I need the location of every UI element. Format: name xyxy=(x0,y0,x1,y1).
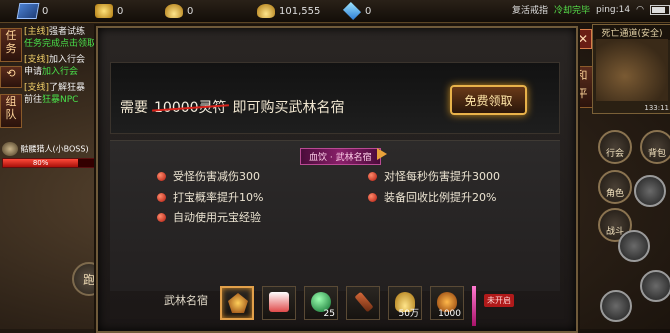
target-hp-value: 80% xyxy=(3,159,79,167)
map-coordinates: 133:11 xyxy=(644,104,669,112)
cooldown-status: 冷却完毕 xyxy=(554,6,591,16)
status-area: 复活戒指 冷却完毕 ping:14 ◠ xyxy=(512,3,670,16)
sword-skill-icon[interactable] xyxy=(618,230,650,262)
toggle-arrow-icon[interactable]: ⟲ xyxy=(0,66,22,88)
free-claim-button[interactable]: 免费领取 xyxy=(450,85,527,115)
perk-item: 对怪每秒伤害提升3000 xyxy=(368,168,500,184)
price-line: 需要 10000灵符 即可购买武林名宿 xyxy=(120,97,345,117)
resource-ingot-stack: 101,555 xyxy=(257,3,320,19)
perk-item: 自动使用元宝经验 xyxy=(157,209,261,225)
task-tab-button[interactable]: 任务 xyxy=(0,28,22,62)
resource-value: 101,555 xyxy=(279,5,321,17)
section-title: 血饮 · 武林名宿 xyxy=(300,148,381,165)
guild-button[interactable]: 行会 xyxy=(598,130,632,164)
buy-text: 即可购买武林名宿 xyxy=(232,100,345,116)
minimap[interactable]: 死亡通道(安全) 133:11 xyxy=(592,24,670,114)
resource-value: 0 xyxy=(117,5,124,17)
bullet-icon xyxy=(157,192,166,202)
bullet-icon xyxy=(157,212,166,222)
reward-slot[interactable] xyxy=(346,286,380,320)
resource-gold-ingot: 0 xyxy=(165,3,193,19)
gift-box-icon xyxy=(269,292,289,312)
quest-desc[interactable]: 前往狂暴NPC xyxy=(24,94,100,106)
not-open-badge: 未开启 xyxy=(484,294,514,307)
reward-slot[interactable]: 25 xyxy=(304,286,338,320)
map-title: 死亡通道(安全) xyxy=(593,25,670,40)
team-tab-button[interactable]: 组队 xyxy=(0,94,22,128)
reward-slot[interactable]: 1000 xyxy=(430,286,464,320)
resource-gold-coin: 0 xyxy=(95,3,123,19)
dpad-icon[interactable] xyxy=(634,175,666,207)
skill-book-icon xyxy=(16,3,40,19)
need-label: 需要 xyxy=(120,100,148,116)
bag-button[interactable]: 背包 xyxy=(640,130,670,164)
resource-skill-book: 0 xyxy=(16,3,49,19)
target-portrait-icon xyxy=(2,142,18,156)
bullet-icon xyxy=(368,192,377,202)
target-name: 骷髅猎人(小BOSS) xyxy=(20,144,89,154)
perk-item: 打宝概率提升10% xyxy=(157,189,263,205)
reward-slot[interactable] xyxy=(262,286,296,320)
target-frame[interactable]: 骷髅猎人(小BOSS) 80% xyxy=(2,142,98,168)
quest-item[interactable]: [支线]了解狂暴 xyxy=(24,82,100,94)
title-name-label: 武林名宿 xyxy=(164,294,208,307)
scroll-icon xyxy=(354,291,374,313)
resource-value: 0 xyxy=(187,5,194,17)
reward-slot[interactable]: 50万 xyxy=(388,286,422,320)
quest-list: [主线]强者试练 任务完成点击领取 [支线]加入行会 申请加入行会 [支线]了解… xyxy=(24,26,100,106)
old-price: 10000灵符 xyxy=(154,97,227,117)
spear-skill-icon[interactable] xyxy=(640,270,670,302)
role-button[interactable]: 角色 xyxy=(598,170,632,204)
ingot-stack-icon xyxy=(257,4,275,18)
resource-bar: 0 0 0 101,555 0 复活戒指 冷却完毕 ping:14 ◠ xyxy=(0,0,670,23)
next-tier-marker xyxy=(472,286,476,326)
quest-item[interactable]: [支线]加入行会 xyxy=(24,54,100,66)
wifi-icon: ◠ xyxy=(636,4,644,15)
gold-ingot-icon xyxy=(165,4,183,18)
gold-coin-icon xyxy=(95,4,113,18)
emblem-icon xyxy=(228,293,248,313)
quest-item[interactable]: [主线]强者试练 xyxy=(24,26,100,38)
resource-value: 0 xyxy=(365,5,372,17)
attack-skill-icon[interactable] xyxy=(600,290,632,322)
perk-item: 受怪伤害减伤300 xyxy=(157,168,260,184)
ping-readout: ping:14 xyxy=(596,4,631,15)
resource-diamond: 0 xyxy=(342,1,372,21)
arrow-right-icon xyxy=(377,148,387,160)
perk-item: 装备回收比例提升20% xyxy=(368,189,496,205)
revive-ring-label: 复活戒指 xyxy=(511,6,548,16)
bullet-icon xyxy=(368,171,377,181)
resource-value: 0 xyxy=(42,5,49,17)
bullet-icon xyxy=(157,171,166,181)
target-hp-bar: 80% xyxy=(2,158,98,168)
reward-slot[interactable] xyxy=(220,286,254,320)
quest-desc[interactable]: 任务完成点击领取 xyxy=(24,38,100,50)
map-terrain xyxy=(596,39,668,101)
battery-icon xyxy=(650,4,670,15)
quest-desc[interactable]: 申请加入行会 xyxy=(24,66,100,78)
diamond-icon xyxy=(342,1,362,21)
